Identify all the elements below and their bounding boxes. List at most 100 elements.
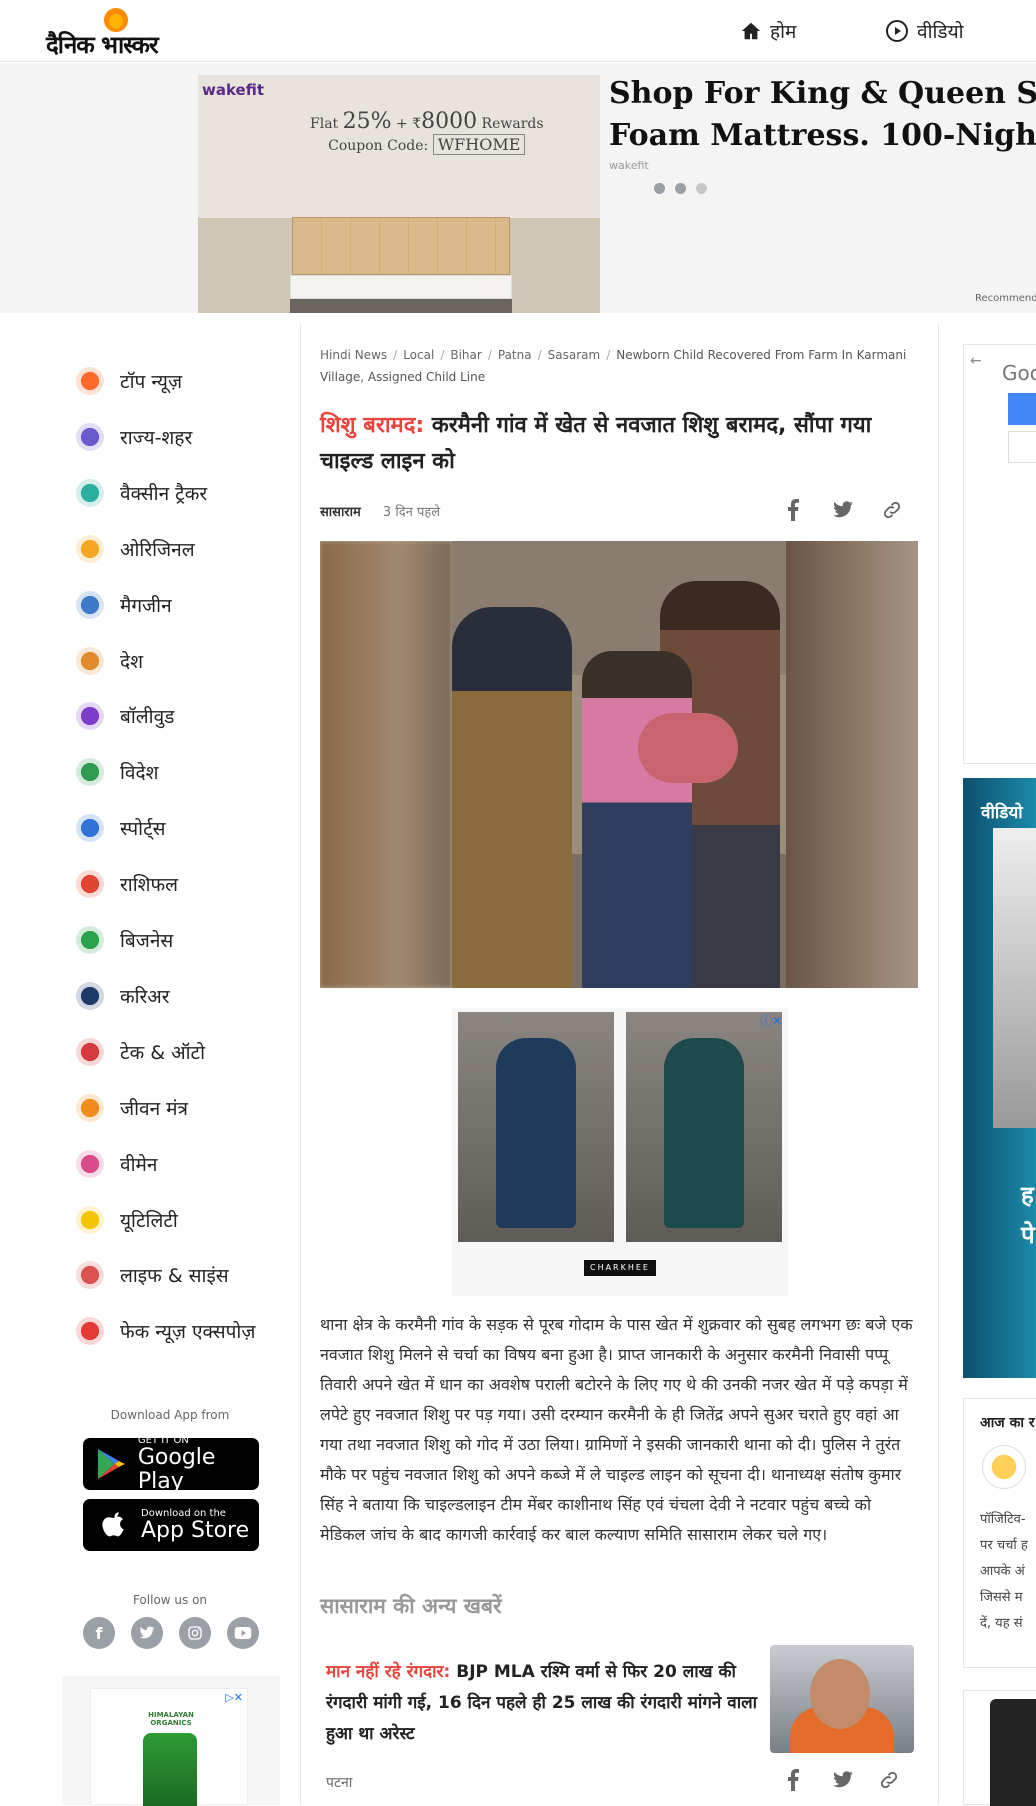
article-title: शिशु बरामद: करमैनी गांव में खेत से नवजात… [320,408,920,480]
related-thumbnail[interactable] [770,1645,914,1753]
google-secondary-button[interactable] [1008,431,1036,463]
ad-close-icon[interactable]: ⓘ✕ [760,1012,782,1029]
widget-image[interactable] [990,1699,1036,1806]
ad-carousel-dots[interactable] [654,183,707,194]
sidebar-item-label: राशिफल [120,874,179,896]
car-phone-icon [76,1038,104,1066]
ad-headline[interactable]: Shop For King & Queen Size Foam Mattress… [609,73,1036,157]
sidebar-item-label: राज्य-शहर [120,427,193,449]
sidebar-item[interactable]: टेक & ऑटो [76,1037,205,1067]
sidead-inner[interactable]: HIMALAYAN ORGANICS ▷✕ [90,1688,248,1806]
instagram-icon[interactable] [179,1617,211,1649]
google-play-button[interactable]: GET IT ON Google Play [83,1434,259,1493]
facebook-icon[interactable]: f [83,1617,115,1649]
sidebar-item[interactable]: वीमेन [76,1149,157,1179]
sidebar-item[interactable]: राशिफल [76,869,178,899]
google-text: Goo [1002,361,1036,385]
sidebar-item[interactable]: वैक्सीन ट्रैकर [76,478,207,508]
right-horoscope-widget[interactable]: आज का र पॉजिटिव- पर चर्चा ह आपके अं जिसस… [963,1398,1036,1668]
share-facebook-icon[interactable] [780,1767,806,1793]
app-store-button[interactable]: Download on the App Store [83,1499,259,1551]
copy-link-icon[interactable] [879,497,905,523]
site-header: दैनिक भास्कर होम वीडियो [0,0,1036,62]
dress-figure [664,1038,744,1228]
offer-plus: + ₹ [395,116,422,132]
ad-close-icon[interactable]: ▷✕ [225,1691,243,1704]
sidebar-item[interactable]: बॉलीवुड [76,701,174,731]
carousel-dot[interactable] [654,183,665,194]
follow-us-label: Follow us on [132,1593,208,1607]
globe-icon [76,758,104,786]
article-meta: सासाराम 3 दिन पहले [320,502,440,520]
bed-image [290,217,512,313]
youtube-icon[interactable] [227,1617,259,1649]
sidebar-item[interactable]: स्पोर्ट्स [76,813,166,843]
article-body: थाना क्षेत्र के करमैनी गांव के सड़क से प… [320,1315,913,1544]
copy-link-icon[interactable] [876,1767,902,1793]
twitter-icon[interactable] [131,1617,163,1649]
sidebar-item[interactable]: विदेश [76,757,159,787]
article-time: 3 दिन पहले [382,505,441,520]
breadcrumb-item[interactable]: Hindi News [320,348,387,362]
video-thumbnail[interactable] [993,828,1036,1128]
breadcrumb-item[interactable]: Bihar [450,348,481,362]
download-app-label: Download App from [110,1408,230,1422]
share-twitter-icon[interactable] [830,1767,856,1793]
sidebar-item-label: करिअर [120,986,170,1008]
sidebar-item[interactable]: बिजनेस [76,925,173,955]
article-photo[interactable] [320,541,918,988]
sidebar-item[interactable]: फेक न्यूज़ एक्सपोज़ [76,1316,255,1346]
app-store-big: App Store [141,1517,250,1543]
related-location[interactable]: पटना [326,1773,352,1792]
nav-home[interactable]: होम [740,18,796,44]
sidebar-item[interactable]: जीवन मंत्र [76,1093,188,1123]
breadcrumb-item[interactable]: Patna [498,348,532,362]
related-title[interactable]: मान नहीं रहे रंगदार: BJP MLA रश्मि वर्मा… [326,1657,766,1750]
sidebar-item[interactable]: यूटिलिटी [76,1205,178,1235]
offer-amount: 8000 [421,109,478,134]
sidebar-item-label: जीवन मंत्र [120,1098,189,1120]
sidebar-item[interactable]: मैगजीन [76,590,172,620]
right-widget[interactable] [963,1690,1036,1806]
back-arrow-icon[interactable]: ← [970,353,982,369]
right-google-widget[interactable]: ← Goo [963,344,1036,764]
carousel-dot[interactable] [675,183,686,194]
fake-news-icon [76,1317,104,1345]
graduation-cap-icon [76,982,104,1010]
nav-video[interactable]: वीडियो [885,18,964,44]
sidebar-item[interactable]: राज्य-शहर [76,422,192,452]
sidebar-item[interactable]: करिअर [76,981,170,1011]
right-video-widget[interactable]: वीडियो ह पे [963,778,1036,1378]
breadcrumb-item[interactable]: Sasaram [548,348,601,362]
women-icon [76,1150,104,1178]
horoscope-line: पर चर्चा ह [980,1538,1028,1553]
ad-image[interactable]: wakefit Flat 25% + ₹8000 Rewards Coupon … [198,75,600,313]
top-advertisement[interactable]: wakefit Flat 25% + ₹8000 Rewards Coupon … [0,63,1036,313]
home-icon [741,22,761,40]
site-logo[interactable]: दैनिक भास्कर [46,8,196,59]
sidebar-item[interactable]: टॉप न्यूज़ [76,366,182,396]
sidebar-item[interactable]: ओरिजिनल [76,534,195,564]
sidebar-item-label: वैक्सीन ट्रैकर [120,483,208,505]
google-play-icon [97,1449,125,1479]
sidebar-item[interactable]: लाइफ & साइंस [76,1260,229,1290]
google-play-small: GET IT ON [137,1434,189,1446]
share-facebook-icon[interactable] [780,497,806,523]
sidebar-item-label: लाइफ & साइंस [120,1265,229,1287]
inline-advertisement[interactable]: ⓘ✕ CHARKHEE [452,1008,788,1296]
coupon-label: Coupon Code: [328,138,429,154]
apple-icon [102,1512,124,1537]
horoscope-heading: आज का र [980,1415,1035,1431]
sidebar-advertisement[interactable]: HIMALAYAN ORGANICS ▷✕ [62,1676,280,1806]
share-twitter-icon[interactable] [830,497,856,523]
ad-offer: Flat 25% + ₹8000 Rewards Coupon Code: WF… [310,109,544,155]
google-signin-button[interactable] [1008,393,1036,425]
horoscope-line: पॉजिटिव- [980,1512,1026,1527]
sidebar-item[interactable]: देश [76,646,143,676]
carousel-dot[interactable] [696,183,707,194]
aries-icon[interactable] [982,1445,1026,1489]
breadcrumb-item[interactable]: Local [403,348,434,362]
ad-headline-line2: Foam Mattress. 100-Night Ris [609,118,1036,153]
article-location[interactable]: सासाराम [320,505,361,520]
horoscope-line: जिससे म [980,1590,1023,1605]
